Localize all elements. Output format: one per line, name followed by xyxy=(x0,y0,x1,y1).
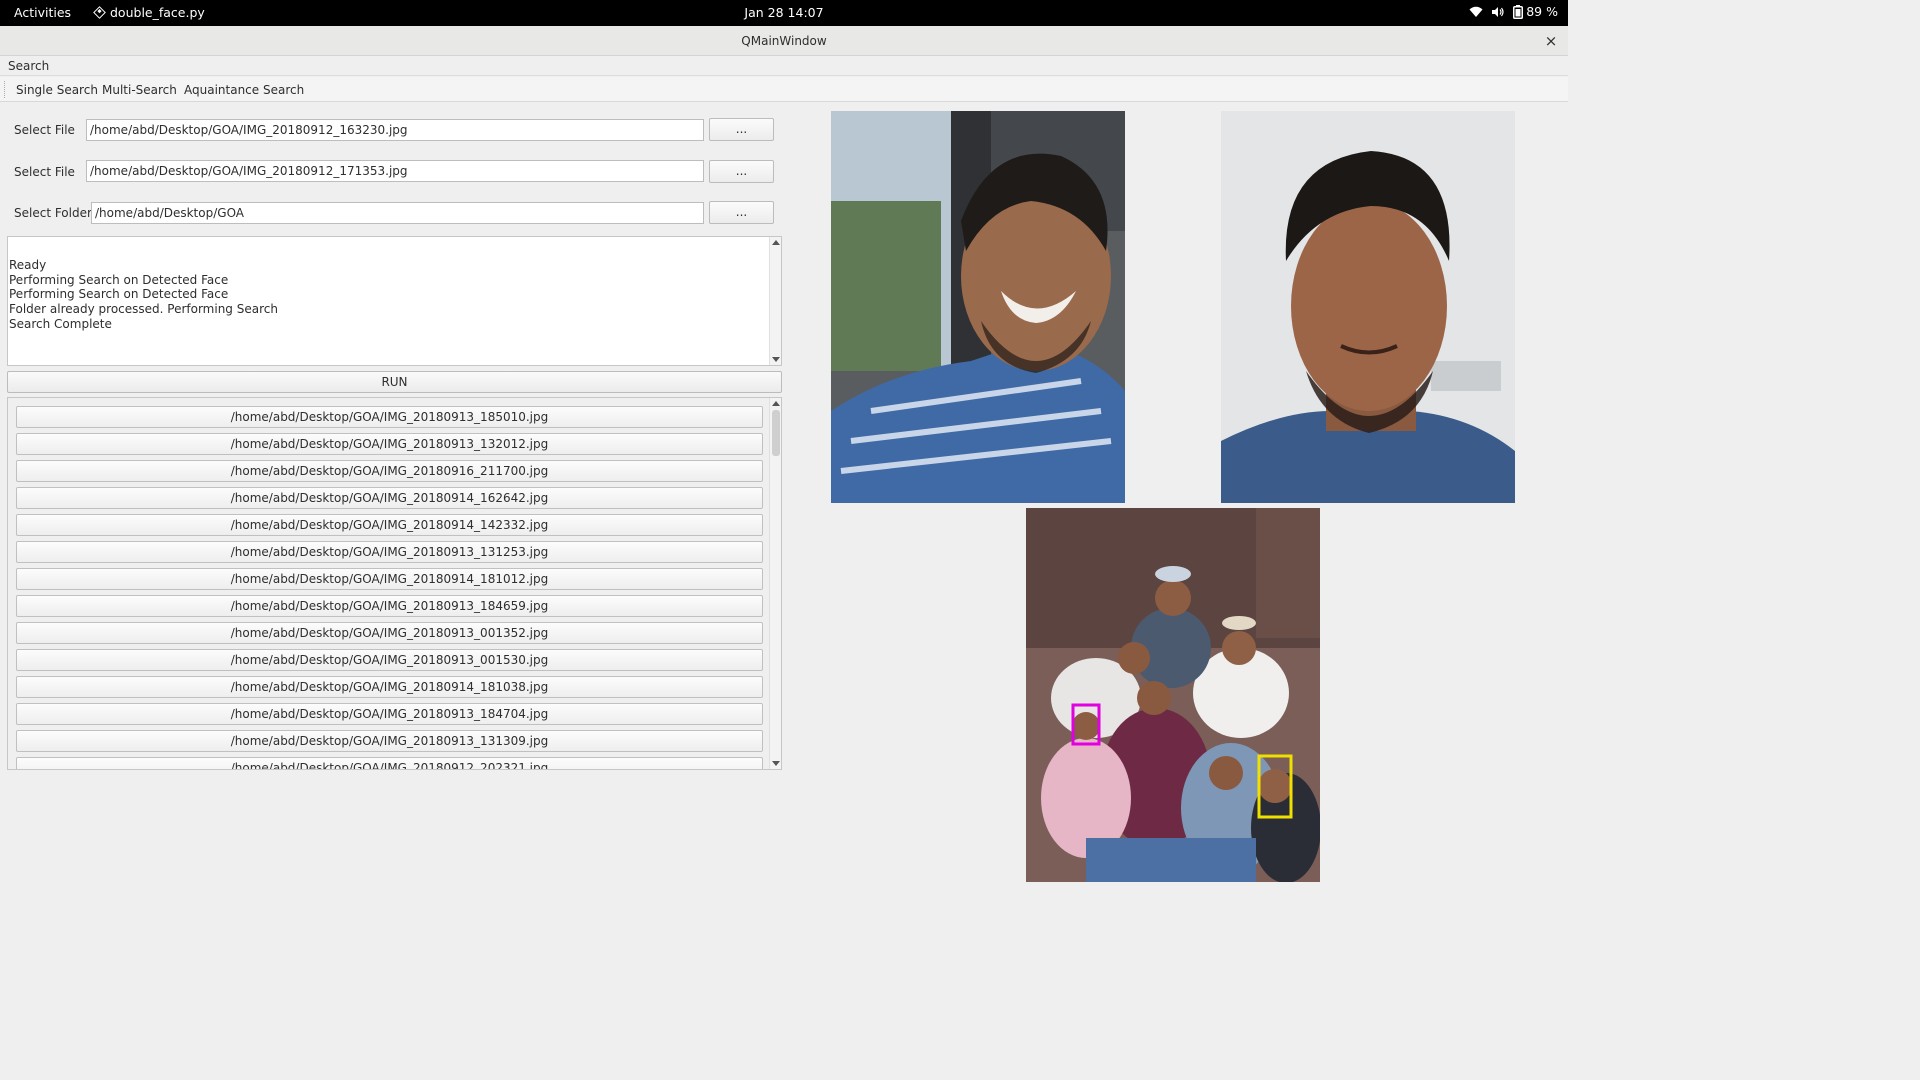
result-photo-group xyxy=(1026,508,1320,882)
result-item[interactable]: /home/abd/Desktop/GOA/IMG_20180913_18470… xyxy=(16,703,763,725)
close-icon[interactable]: × xyxy=(1540,30,1562,52)
app-menu[interactable]: double_face.py xyxy=(93,5,205,20)
results-scrollbar[interactable] xyxy=(769,398,781,769)
browse-file-1-button[interactable]: ... xyxy=(709,118,774,141)
scroll-down-icon[interactable] xyxy=(772,357,780,362)
menubar: Search xyxy=(0,56,1568,76)
log-line: Search Complete xyxy=(9,316,112,331)
run-button[interactable]: RUN xyxy=(7,371,782,393)
result-item[interactable]: /home/abd/Desktop/GOA/IMG_20180913_00153… xyxy=(16,649,763,671)
acquaintance-search-button[interactable]: Aquaintance Search xyxy=(184,83,304,97)
scroll-thumb[interactable] xyxy=(772,410,780,456)
window-titlebar[interactable]: QMainWindow × xyxy=(0,26,1568,56)
menu-search[interactable]: Search xyxy=(8,59,49,73)
scroll-up-icon[interactable] xyxy=(772,401,780,406)
result-item[interactable]: /home/abd/Desktop/GOA/IMG_20180914_16264… xyxy=(16,487,763,509)
log-line: Performing Search on Detected Face xyxy=(9,287,229,302)
status-log[interactable]: Ready Performing Search on Detected Face… xyxy=(7,236,782,366)
clock[interactable]: Jan 28 14:07 xyxy=(0,5,1568,20)
log-line: Folder already processed. Performing Sea… xyxy=(9,302,278,317)
result-item[interactable]: /home/abd/Desktop/GOA/IMG_20180913_13201… xyxy=(16,433,763,455)
toolbar-grip[interactable] xyxy=(4,81,6,98)
query-photo-2 xyxy=(1221,111,1515,503)
result-item[interactable]: /home/abd/Desktop/GOA/IMG_20180913_13130… xyxy=(16,730,763,752)
select-file-1-label: Select File xyxy=(14,123,75,137)
wifi-icon xyxy=(1469,6,1483,17)
result-item[interactable]: /home/abd/Desktop/GOA/IMG_20180914_18101… xyxy=(16,568,763,590)
browse-folder-button[interactable]: ... xyxy=(709,201,774,224)
result-item[interactable]: /home/abd/Desktop/GOA/IMG_20180913_13125… xyxy=(16,541,763,563)
result-item[interactable]: /home/abd/Desktop/GOA/IMG_20180913_18501… xyxy=(16,406,763,428)
result-item[interactable]: /home/abd/Desktop/GOA/IMG_20180914_18103… xyxy=(16,676,763,698)
file-1-path-field[interactable]: /home/abd/Desktop/GOA/IMG_20180912_16323… xyxy=(86,119,704,141)
result-item[interactable]: /home/abd/Desktop/GOA/IMG_20180914_14233… xyxy=(16,514,763,536)
log-line: Ready xyxy=(9,258,47,272)
activities-button[interactable]: Activities xyxy=(14,5,71,20)
folder-path-field[interactable]: /home/abd/Desktop/GOA xyxy=(91,202,704,224)
log-lines: Ready Performing Search on Detected Face… xyxy=(9,258,278,332)
scroll-up-icon[interactable] xyxy=(772,240,780,245)
app-name: double_face.py xyxy=(110,5,205,20)
select-file-2-label: Select File xyxy=(14,165,75,179)
toolbar: Single Search Multi-Search Aquaintance S… xyxy=(0,77,1568,102)
result-item[interactable]: /home/abd/Desktop/GOA/IMG_20180916_21170… xyxy=(16,460,763,482)
result-item[interactable]: /home/abd/Desktop/GOA/IMG_20180913_18465… xyxy=(16,595,763,617)
result-item[interactable]: /home/abd/Desktop/GOA/IMG_20180912_20232… xyxy=(16,757,763,769)
diamond-icon xyxy=(93,6,106,19)
multi-search-button[interactable]: Multi-Search xyxy=(102,83,177,97)
battery-icon xyxy=(1513,4,1524,19)
battery-percent: 89 % xyxy=(1526,4,1558,19)
log-scrollbar[interactable] xyxy=(769,237,781,365)
log-line: Performing Search on Detected Face xyxy=(9,272,229,287)
results-list[interactable]: /home/abd/Desktop/GOA/IMG_20180913_18501… xyxy=(7,397,782,770)
volume-icon xyxy=(1492,6,1504,17)
file-2-path-field[interactable]: /home/abd/Desktop/GOA/IMG_20180912_17135… xyxy=(86,160,704,182)
window-title: QMainWindow xyxy=(741,34,827,48)
result-item[interactable]: /home/abd/Desktop/GOA/IMG_20180913_00135… xyxy=(16,622,763,644)
status-area[interactable]: 89 % xyxy=(1469,4,1558,19)
query-photo-1 xyxy=(831,111,1125,503)
system-top-bar: Activities double_face.py Jan 28 14:07 8… xyxy=(0,0,1568,26)
single-search-button[interactable]: Single Search xyxy=(16,83,98,97)
scroll-down-icon[interactable] xyxy=(772,761,780,766)
browse-file-2-button[interactable]: ... xyxy=(709,160,774,183)
select-folder-label: Select Folder xyxy=(14,206,92,220)
